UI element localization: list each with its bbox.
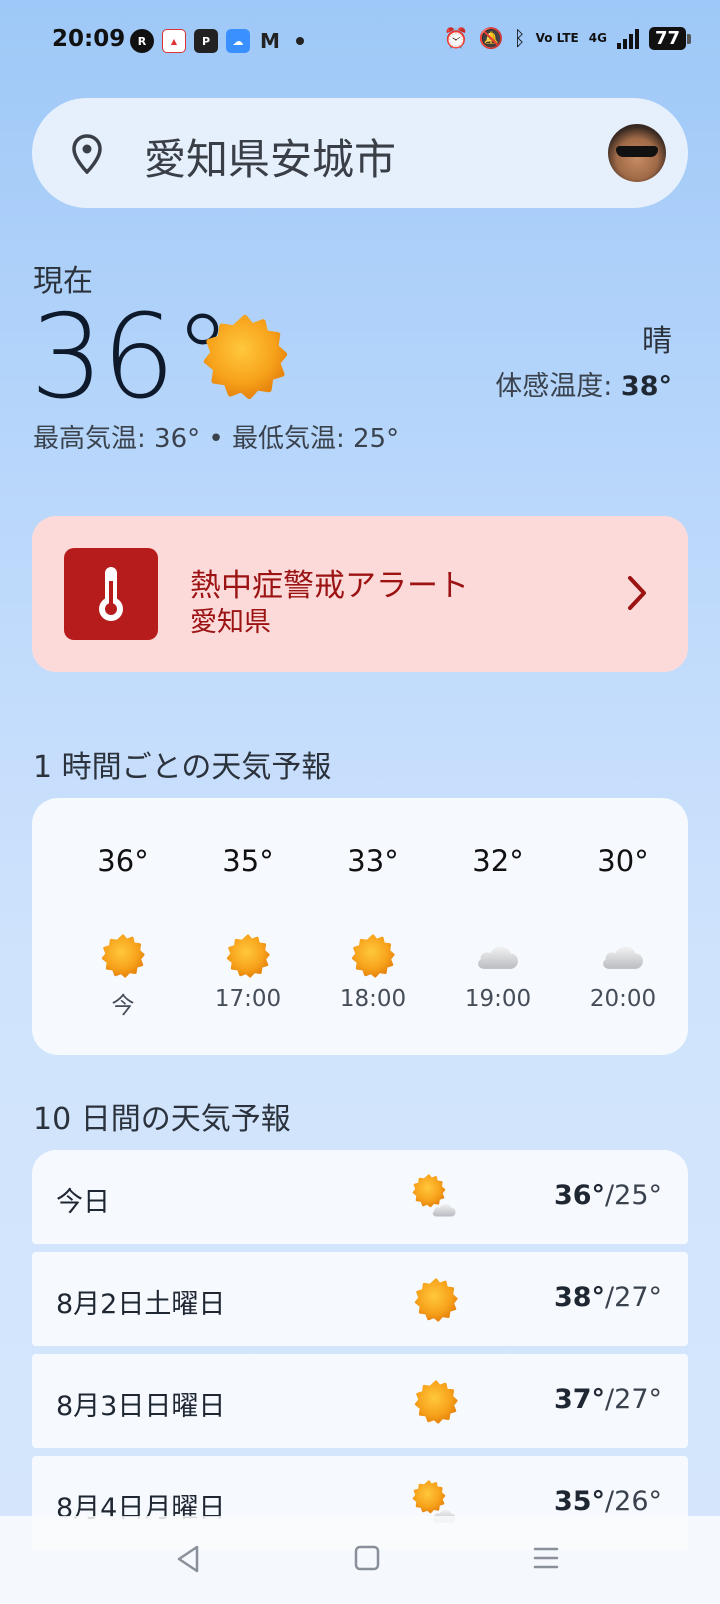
sun-icon (202, 314, 288, 400)
hourly-temp: 33° (347, 844, 399, 878)
cloud-icon (603, 946, 643, 969)
daily-temps: 35°/26° (554, 1486, 662, 1517)
thermometer-icon (99, 567, 123, 621)
sun-icon (351, 934, 395, 978)
status-bar: 20:09 R ▲ P ☁ M ⏰ 🔕 ᛒ Vo LTE 4G 77 (0, 0, 720, 80)
weather-icon: ☁ (226, 29, 250, 53)
current-condition: 晴 (642, 324, 672, 359)
daily-high: 36° (553, 1180, 606, 1211)
status-time: 20:09 (52, 26, 126, 52)
signal-icon (616, 27, 639, 49)
hourly-time: 18:00 (339, 986, 407, 1012)
daily-high: 37° (553, 1384, 606, 1415)
daily-row[interactable]: 8月2日土曜日 38°/27° (32, 1252, 688, 1346)
hourly-temp: 32° (472, 844, 524, 878)
back-icon[interactable] (175, 1544, 201, 1574)
sun-icon (101, 934, 145, 978)
hourly-temp: 36° (97, 844, 149, 878)
parking-icon: P (194, 29, 218, 53)
alarm-icon: ⏰ (443, 26, 469, 50)
recents-menu-icon[interactable] (532, 1544, 560, 1572)
daily-temps: 36°/25° (554, 1180, 662, 1211)
daily-low: /27° (605, 1282, 662, 1313)
hourly-forecast-title: 1 時間ごとの天気予報 (33, 750, 332, 785)
sun-icon (414, 1380, 458, 1424)
sun-cloud-icon (412, 1174, 460, 1222)
daily-temps: 38°/27° (554, 1282, 662, 1313)
avatar[interactable] (608, 124, 666, 182)
volte-icon: Vo LTE (535, 30, 579, 45)
gmail-icon: M (260, 29, 280, 53)
hourly-temp: 35° (222, 844, 274, 878)
mute-bell-icon: 🔕 (478, 26, 504, 50)
sun-icon (226, 934, 270, 978)
current-temperature: 36° (30, 290, 232, 425)
alert-title: 熱中症警戒アラート (190, 568, 469, 604)
daily-high: 38° (553, 1282, 606, 1313)
hourly-time: 17:00 (214, 986, 282, 1012)
hourly-item: 30° 20:00 (563, 798, 683, 1055)
high-low-temps: 最高気温: 36° • 最低気温: 25° (33, 424, 400, 454)
chevron-right-icon (628, 576, 646, 610)
sun-icon (414, 1278, 458, 1322)
daily-day: 8月3日日曜日 (56, 1391, 226, 1422)
bluetooth-icon: ᛒ (513, 26, 526, 50)
daily-temps: 37°/27° (554, 1384, 662, 1415)
daily-low: /27° (605, 1384, 662, 1415)
location-pin-icon (72, 134, 102, 174)
system-icons: ⏰ 🔕 ᛒ Vo LTE 4G 77 (443, 26, 692, 50)
daily-day: 今日 (56, 1187, 110, 1218)
daily-row[interactable]: 今日 36°/25° (32, 1150, 688, 1244)
system-nav-bar (0, 1516, 720, 1604)
hourly-time: 19:00 (464, 986, 532, 1012)
heat-alert-card[interactable]: 熱中症警戒アラート 愛知県 (32, 516, 688, 672)
daily-high: 35° (553, 1486, 606, 1517)
r-link-icon: R (130, 29, 154, 53)
notification-icons: R ▲ P ☁ M (130, 29, 304, 53)
hourly-forecast-card[interactable]: 36° 今 35° 17:00 33° 18:00 32° 19:00 30° … (32, 798, 688, 1055)
ezaki-icon: ▲ (162, 29, 186, 53)
cloud-icon (478, 946, 518, 969)
daily-day: 8月2日土曜日 (56, 1289, 226, 1320)
hourly-time: 20:00 (589, 986, 657, 1012)
more-dot-icon (296, 37, 304, 45)
feels-like-label: 体感温度: (495, 371, 621, 402)
hourly-item: 36° 今 (63, 798, 183, 1055)
daily-low: /25° (605, 1180, 662, 1211)
location-search-bar[interactable]: 愛知県安城市 (32, 98, 688, 208)
daily-forecast-title: 10 日間の天気予報 (33, 1102, 291, 1137)
home-icon[interactable] (354, 1544, 380, 1572)
daily-low: /26° (605, 1486, 662, 1517)
network-type: 4G (588, 30, 607, 45)
battery-icon: 77 (648, 26, 692, 50)
hourly-time: 今 (111, 993, 135, 1019)
feels-like: 体感温度: 38° (495, 364, 672, 403)
hourly-item: 33° 18:00 (313, 798, 433, 1055)
hourly-item: 35° 17:00 (188, 798, 308, 1055)
feels-like-value: 38° (620, 371, 672, 402)
alert-icon-box (64, 548, 158, 640)
avatar-glasses (616, 146, 658, 157)
hourly-temp: 30° (597, 844, 649, 878)
daily-row[interactable]: 8月3日日曜日 37°/27° (32, 1354, 688, 1448)
alert-region: 愛知県 (190, 607, 271, 638)
location-name: 愛知県安城市 (144, 135, 397, 184)
hourly-item: 32° 19:00 (438, 798, 558, 1055)
